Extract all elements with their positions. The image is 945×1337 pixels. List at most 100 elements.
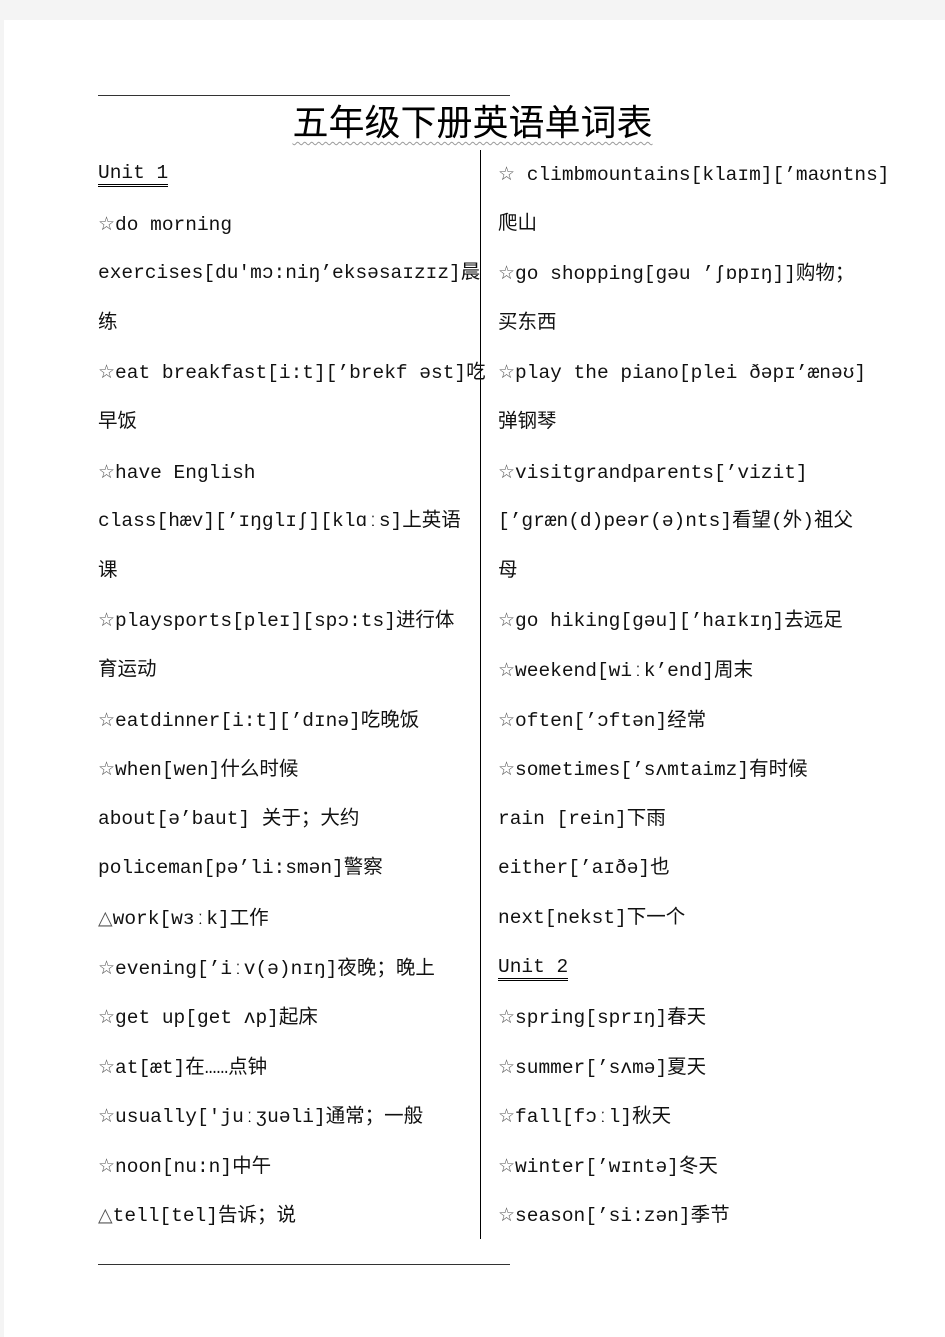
vocab-continuation: policeman[pə’li:smən]警察 — [98, 844, 473, 894]
vocab-text: summer[’sʌmə]夏天 — [515, 1056, 707, 1079]
vocab-entry: ☆summer[’sʌmə]夏天 — [498, 1043, 888, 1093]
vocab-continuation: about[ə’baut] 关于；大约 — [98, 795, 473, 845]
vocab-entry: ☆playsports[pleɪ][spɔ:ts]进行体 — [98, 596, 473, 646]
unit-heading: Unit 2 — [498, 956, 569, 981]
vocab-text: season[’si:zən]季节 — [515, 1205, 730, 1228]
vocab-text: 爬山 — [498, 212, 538, 235]
vocab-entry: ☆go hiking[gəu][’haɪkɪŋ]去远足 — [498, 596, 888, 646]
star-marker-icon: ☆ — [98, 460, 116, 483]
triangle-marker-icon: △ — [98, 1204, 113, 1227]
vocab-text: 练 — [98, 311, 118, 334]
vocab-text: evening[’iːv(ə)nɪŋ]夜晚；晚上 — [115, 957, 435, 980]
star-marker-icon: ☆ — [498, 1105, 516, 1128]
header-rule — [98, 95, 510, 96]
vocab-text: climbmountains[klaɪm][’maʊntns] — [515, 164, 890, 186]
page-title: 五年级下册英语单词表 — [0, 102, 945, 146]
star-marker-icon: ☆ — [498, 658, 516, 681]
vocab-entry: ☆at[æt]在……点钟 — [98, 1043, 473, 1093]
vocab-entry: ☆winter[’wɪntə]冬天 — [498, 1142, 888, 1192]
vocab-text: exercises[du'mɔ:niŋ’eksəsaɪzɪz]晨 — [98, 262, 481, 285]
star-marker-icon: ☆ — [98, 956, 116, 979]
vocab-continuation: rain [rein]下雨 — [498, 795, 888, 845]
page-title-text: 五年级下册英语单词表 — [292, 103, 653, 144]
vocab-text: noon[nu:n]中午 — [115, 1155, 272, 1178]
vocab-text: visitgrandparents[’vizit] — [515, 461, 808, 484]
vocab-continuation: either[’aɪðə]也 — [498, 844, 888, 894]
vocab-text: next[nekst]下一个 — [498, 906, 686, 929]
star-marker-icon: ☆ — [98, 361, 116, 384]
vocab-continuation: 爬山 — [498, 200, 888, 250]
vocab-entry: ☆have English — [98, 448, 473, 498]
unit-heading-row: Unit 1 — [98, 150, 473, 200]
vocab-text: go shopping[gəu ’ʃɒpɪŋ]]购物； — [515, 263, 855, 286]
vocab-continuation: 早饭 — [98, 398, 473, 448]
vocab-text: tell[tel]告诉；说 — [112, 1205, 296, 1228]
vocab-continuation: [’græn(d)peər(ə)nts]看望(外)祖父 — [498, 497, 888, 547]
star-marker-icon: ☆ — [498, 708, 516, 731]
vocab-continuation: class[hæv][’ɪŋglɪʃ][klɑːs]上英语 — [98, 497, 473, 547]
vocab-text: class[hæv][’ɪŋglɪʃ][klɑːs]上英语 — [98, 510, 461, 533]
vocab-text: often[’ɔftən]经常 — [515, 709, 707, 732]
vocab-entry: ☆fall[fɔːl]秋天 — [498, 1092, 888, 1142]
vocab-text: eat breakfast[i:t][’brekf əst]吃 — [115, 362, 486, 385]
vocab-entry: ☆do morning — [98, 200, 473, 250]
vocab-text: go hiking[gəu][’haɪkɪŋ]去远足 — [515, 610, 843, 633]
vocab-continuation: 练 — [98, 299, 473, 349]
vocab-text: have English — [115, 461, 256, 484]
vocab-entry: ☆eatdinner[i:t][’dɪnə]吃晚饭 — [98, 696, 473, 746]
vocab-entry: ☆weekend[wiːk’end]周末 — [498, 646, 888, 696]
vocab-entry: ☆when[wen]什么时候 — [98, 745, 473, 795]
vocab-continuation: 课 — [98, 547, 473, 597]
star-marker-icon: ☆ — [98, 758, 116, 781]
vocab-entry: ☆visitgrandparents[’vizit] — [498, 448, 888, 498]
vocab-text: 育运动 — [98, 658, 157, 681]
star-marker-icon: ☆ — [498, 609, 516, 632]
star-marker-icon: ☆ — [98, 1105, 116, 1128]
vocab-text: policeman[pə’li:smən]警察 — [98, 857, 383, 880]
vocab-text: usually['juːʒuəli]通常；一般 — [115, 1106, 424, 1129]
left-column: Unit 1 ☆do morning exercises[du'mɔ:niŋ’eks… — [98, 150, 486, 1241]
vocab-entry: ☆sometimes[’sʌmtaimz]有时候 — [498, 745, 888, 795]
vocab-entry: ☆eat breakfast[i:t][’brekf əst]吃 — [98, 348, 486, 398]
column-divider — [480, 150, 481, 1239]
vocab-text: at[æt]在……点钟 — [115, 1056, 268, 1079]
vocab-text: work[wɜːk]工作 — [112, 907, 269, 930]
vocab-text: do morning — [115, 213, 233, 236]
star-marker-icon: ☆ — [498, 758, 516, 781]
vocab-text: 弹钢琴 — [498, 410, 557, 433]
vocab-text: either[’aɪðə]也 — [498, 857, 670, 880]
vocab-continuation: 买东西 — [498, 299, 888, 349]
star-marker-icon: ☆ — [98, 609, 116, 632]
vocab-entry: ☆noon[nu:n]中午 — [98, 1142, 473, 1192]
vocab-text: 课 — [98, 559, 118, 582]
star-marker-icon: ☆ — [498, 1154, 516, 1177]
star-marker-icon: ☆ — [98, 1154, 116, 1177]
unit-heading: Unit 1 — [98, 162, 169, 188]
vocab-entry: ☆go shopping[gəu ’ʃɒpɪŋ]]购物； — [498, 249, 888, 299]
vocab-continuation: 母 — [498, 547, 888, 597]
vocab-entry: ☆spring[sprɪŋ]春天 — [498, 993, 888, 1043]
vocab-text: weekend[wiːk’end]周末 — [515, 659, 753, 682]
star-marker-icon: ☆ — [498, 163, 516, 185]
vocab-text: get up[get ʌp]起床 — [115, 1007, 318, 1030]
vocab-text: sometimes[’sʌmtaimz]有时候 — [515, 759, 808, 782]
star-marker-icon: ☆ — [98, 708, 116, 731]
vocab-entry: △tell[tel]告诉；说 — [98, 1191, 473, 1241]
star-marker-icon: ☆ — [498, 1006, 516, 1029]
vocab-continuation: exercises[du'mɔ:niŋ’eksəsaɪzɪz]晨 — [98, 249, 480, 299]
vocab-text: 买东西 — [498, 311, 557, 334]
unit-heading-row: Unit 2 — [498, 944, 888, 994]
vocab-continuation: 育运动 — [98, 646, 473, 696]
vocab-entry: ☆get up[get ʌp]起床 — [98, 993, 473, 1043]
star-marker-icon: ☆ — [498, 262, 516, 285]
star-marker-icon: ☆ — [98, 1055, 116, 1078]
vocab-entry: ☆play the piano[plei ðəpɪ’ænəʊ] — [498, 348, 888, 398]
vocab-text: fall[fɔːl]秋天 — [515, 1106, 672, 1129]
star-marker-icon: ☆ — [498, 1204, 516, 1227]
vocab-text: eatdinner[i:t][’dɪnə]吃晚饭 — [115, 709, 420, 732]
vocab-continuation: next[nekst]下一个 — [498, 894, 888, 944]
vocab-entry: ☆ climbmountains[klaɪm][’maʊntns] — [498, 150, 890, 200]
vocab-text: [’græn(d)peər(ə)nts]看望(外)祖父 — [498, 510, 853, 533]
vocab-entry: ☆evening[’iːv(ə)nɪŋ]夜晚；晚上 — [98, 944, 473, 994]
vocab-entry: △work[wɜːk]工作 — [98, 894, 473, 944]
